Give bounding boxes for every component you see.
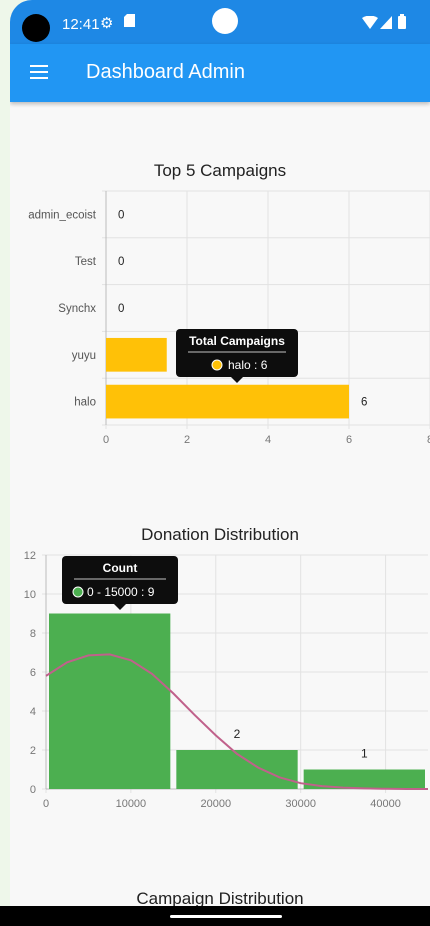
battery-icon xyxy=(398,14,406,33)
category-label: yuyu xyxy=(72,350,96,362)
status-time: 12:41 xyxy=(62,16,100,33)
app-bar: Dashboard Admin xyxy=(10,44,430,102)
x-tick-label: 6 xyxy=(346,434,352,446)
tooltip-text: halo : 6 xyxy=(228,358,268,372)
category-label: Test xyxy=(75,256,97,268)
y-tick-label: 12 xyxy=(24,550,36,562)
hamburger-menu-icon[interactable] xyxy=(30,65,48,79)
histogram-bar xyxy=(176,750,298,789)
y-tick-label: 10 xyxy=(24,589,36,601)
donation-distribution-chart: 0 2 4 6 8 10 12 0 10000 20000 30000 40000 2 1 Count 0 -… xyxy=(24,550,428,810)
y-tick-label: 0 xyxy=(30,784,36,796)
signal-icon xyxy=(380,16,392,33)
x-tick-label: 40000 xyxy=(370,798,401,810)
tooltip-pointer xyxy=(231,377,243,383)
data-label: 0 xyxy=(118,303,124,315)
data-label: 2 xyxy=(234,727,241,741)
y-tick-label: 8 xyxy=(30,628,36,640)
y-tick-label: 2 xyxy=(30,745,36,757)
wifi-icon xyxy=(362,15,378,33)
x-tick-label: 4 xyxy=(265,434,271,446)
status-bar: 12:41 ⚙ xyxy=(10,0,430,44)
category-label: halo xyxy=(74,397,96,409)
tooltip-title: Count xyxy=(103,561,138,575)
y-tick-label: 4 xyxy=(30,706,36,718)
bar xyxy=(106,337,167,372)
navigation-bar xyxy=(0,906,430,926)
x-tick-label: 0 xyxy=(103,434,109,446)
settings-gear-icon: ⚙ xyxy=(100,15,114,32)
x-tick-label: 2 xyxy=(184,434,190,446)
data-label: 1 xyxy=(361,747,368,761)
data-label: 6 xyxy=(361,397,367,409)
histogram-bar xyxy=(49,613,171,789)
x-tick-label: 30000 xyxy=(285,798,316,810)
tooltip-marker xyxy=(211,359,223,371)
category-label: admin_ecoist xyxy=(28,209,97,221)
x-tick-label: 0 xyxy=(43,798,49,810)
x-tick-label: 20000 xyxy=(200,798,231,810)
chart-title-donation-distribution: Donation Distribution xyxy=(141,525,299,544)
app-title: Dashboard Admin xyxy=(86,61,245,83)
top-campaigns-chart: 02468admin_ecoist0Test0Synchx0yuyuhalo6T… xyxy=(28,190,430,446)
data-label: 0 xyxy=(118,256,124,268)
tooltip-pointer xyxy=(114,604,126,610)
data-label: 0 xyxy=(118,209,124,221)
front-sensor xyxy=(212,8,238,34)
tooltip-marker xyxy=(72,586,84,598)
chart-title-top-campaigns: Top 5 Campaigns xyxy=(153,161,287,180)
tooltip-title: Total Campaigns xyxy=(189,334,285,348)
bar xyxy=(106,384,349,419)
x-tick-label: 10000 xyxy=(116,798,147,810)
category-label: Synchx xyxy=(58,303,96,315)
home-gesture-handle[interactable] xyxy=(170,915,282,918)
y-tick-label: 6 xyxy=(30,667,36,679)
sd-card-icon xyxy=(124,14,135,31)
camera-cutout xyxy=(22,14,50,42)
tooltip-text: 0 - 15000 : 9 xyxy=(87,585,155,599)
phone-screen: 12:41 ⚙ Dashboard Admin Top 5 Campaigns … xyxy=(10,0,430,926)
